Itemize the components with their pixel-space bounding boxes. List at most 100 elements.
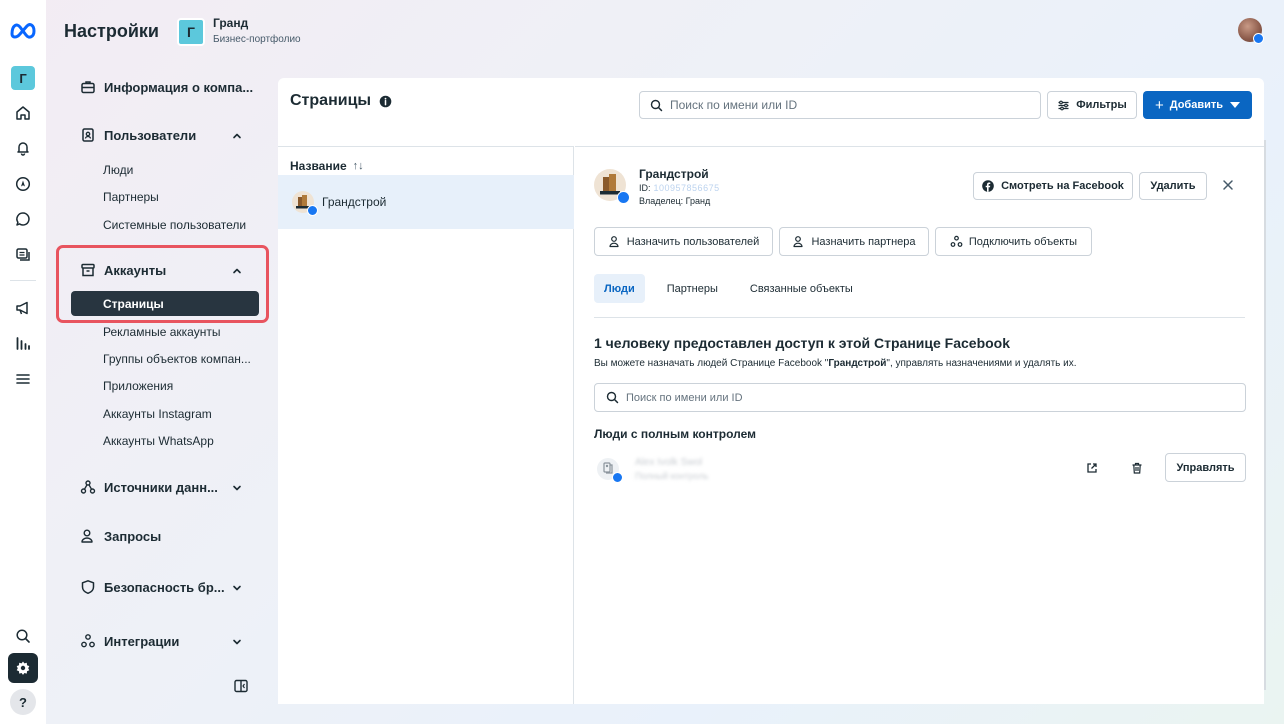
search-icon[interactable] [11,624,35,648]
access-desc-suffix: ", управлять назначениями и удалять их. [886,358,1077,369]
info-icon[interactable] [379,95,392,108]
people-search-input[interactable]: Поиск по имени или ID [594,383,1246,412]
chevron-up-icon[interactable] [231,265,243,277]
business-account-tile[interactable]: Г [177,18,205,46]
caret-down-icon [1230,102,1241,108]
sidebar-item-company-info[interactable]: Информация о компа... [80,79,253,95]
tab-connected-assets[interactable]: Связанные объекты [740,274,863,303]
sidebar-item-instagram-accounts[interactable]: Аккаунты Instagram [103,407,212,421]
rail-divider [10,280,36,281]
access-desc-page-name: Грандстрой [828,358,887,369]
chevron-down-icon[interactable] [231,482,243,494]
page-detail-owner: Владелец: Гранд [639,196,711,206]
meta-logo-icon[interactable] [9,20,37,40]
chat-bubble-icon[interactable] [11,207,35,231]
chevron-up-icon[interactable] [231,130,243,142]
compass-icon[interactable] [11,172,35,196]
page-detail-avatar [594,169,630,204]
manage-button[interactable]: Управлять [1165,453,1246,482]
sidebar-section-brand-safety[interactable]: Безопасность бр... [80,579,225,595]
top-header: Настройки Г Гранд Бизнес-портфолио [46,0,1284,62]
access-description: Вы можете назначать людей Странице Faceb… [594,358,1077,369]
person-avatar [597,458,623,483]
collapse-sidebar-icon[interactable] [233,678,249,694]
search-icon [606,391,619,404]
external-link-icon[interactable] [1085,461,1099,475]
bar-chart-icon[interactable] [11,331,35,355]
table-row[interactable]: Грандстрой [278,175,574,229]
help-button[interactable]: ? [10,689,36,715]
plus-icon: + [1154,96,1164,114]
sidebar-item-whatsapp-accounts[interactable]: Аккаунты WhatsApp [103,434,214,448]
page-title: Настройки [64,21,159,41]
pages-title-text: Страницы [290,92,372,109]
view-on-facebook-button[interactable]: Смотреть на Facebook [973,172,1133,200]
bell-icon[interactable] [11,136,35,160]
page-detail-id: ID: 100957856675 [639,183,720,193]
sidebar-item-label: Запросы [104,528,162,544]
sidebar-item-business-asset-groups[interactable]: Группы объектов компан... [103,352,251,366]
sidebar-section-integrations[interactable]: Интеграции [80,633,179,649]
connected-nodes-icon [950,235,963,248]
sort-arrows-icon: ↑↓ [352,160,364,172]
tab-people[interactable]: Люди [594,274,645,303]
briefcase-icon [80,79,96,95]
settings-gear-icon[interactable] [8,653,38,683]
close-icon[interactable] [1221,178,1235,192]
sidebar-section-accounts[interactable]: Аккаунты [80,262,166,278]
menu-icon[interactable] [11,367,35,391]
sidebar-section-label: Источники данн... [104,479,218,495]
column-header-name[interactable]: Название ↑↓ [290,159,364,173]
pages-panel: Страницы Поиск по имени или ID Фильтры +… [278,78,1264,704]
left-rail: Г ? [0,0,46,724]
sidebar-section-users[interactable]: Пользователи [80,127,196,143]
access-desc-prefix: Вы можете назначать людей Странице Faceb… [594,358,829,369]
megaphone-icon[interactable] [11,296,35,320]
sidebar-item-pages[interactable]: Страницы [71,291,259,316]
sidebar-item-system-users[interactable]: Системные пользователи [103,218,246,232]
business-account-subtitle: Бизнес-портфолио [213,34,301,45]
sidebar-section-data-sources[interactable]: Источники данн... [80,479,218,495]
content-pages-icon[interactable] [11,242,35,266]
add-label: Добавить [1169,99,1224,111]
business-account-name[interactable]: Гранд [213,16,248,30]
person-icon [792,235,805,248]
pages-search-input[interactable]: Поиск по имени или ID [639,91,1041,119]
facebook-icon [982,180,994,192]
account-switcher-tile[interactable]: Г [11,66,35,90]
access-title: 1 человеку предоставлен доступ к этой Ст… [594,335,1011,351]
facebook-badge-icon [612,472,623,483]
sidebar-item-apps[interactable]: Приложения [103,379,173,393]
assign-users-button[interactable]: Назначить пользователей [594,227,773,256]
person-request-icon [80,528,96,544]
sidebar-section-label: Интеграции [104,633,180,649]
page-detail: Грандстрой ID: 100957856675 Владелец: Гр… [575,146,1264,704]
person-name: Alex Ivolk Swol [635,457,703,468]
settings-sidebar: Информация о компа... Пользователи Люди … [46,62,278,724]
detail-tabs: Люди Партнеры Связанные объекты [594,274,875,303]
connect-assets-button[interactable]: Подключить объекты [935,227,1092,256]
home-icon[interactable] [11,101,35,125]
page-row-name: Грандстрой [322,195,387,209]
chevron-down-icon[interactable] [231,636,243,648]
chevron-down-icon[interactable] [231,582,243,594]
delete-button[interactable]: Удалить [1139,172,1207,200]
pages-title: Страницы [290,92,392,110]
filters-button[interactable]: Фильтры [1047,91,1137,119]
facebook-badge-icon [617,191,630,204]
trash-icon[interactable] [1130,461,1144,475]
assign-partner-button[interactable]: Назначить партнера [779,227,929,256]
sidebar-item-requests[interactable]: Запросы [80,528,161,544]
page-id-label: ID: [639,183,651,193]
sidebar-item-people[interactable]: Люди [103,163,133,177]
tab-partners[interactable]: Партнеры [657,274,728,303]
search-placeholder: Поиск по имени или ID [670,98,798,112]
shield-icon [80,579,96,595]
scrollbar[interactable] [1264,140,1266,690]
page-id-value[interactable]: 100957856675 [654,183,720,193]
sidebar-item-partners[interactable]: Партнеры [103,190,159,204]
add-button[interactable]: + Добавить [1143,91,1252,119]
pages-list: Название ↑↓ Грандстрой [278,146,574,704]
sidebar-item-label: Информация о компа... [104,79,254,95]
sidebar-item-ad-accounts[interactable]: Рекламные аккаунты [103,325,220,339]
